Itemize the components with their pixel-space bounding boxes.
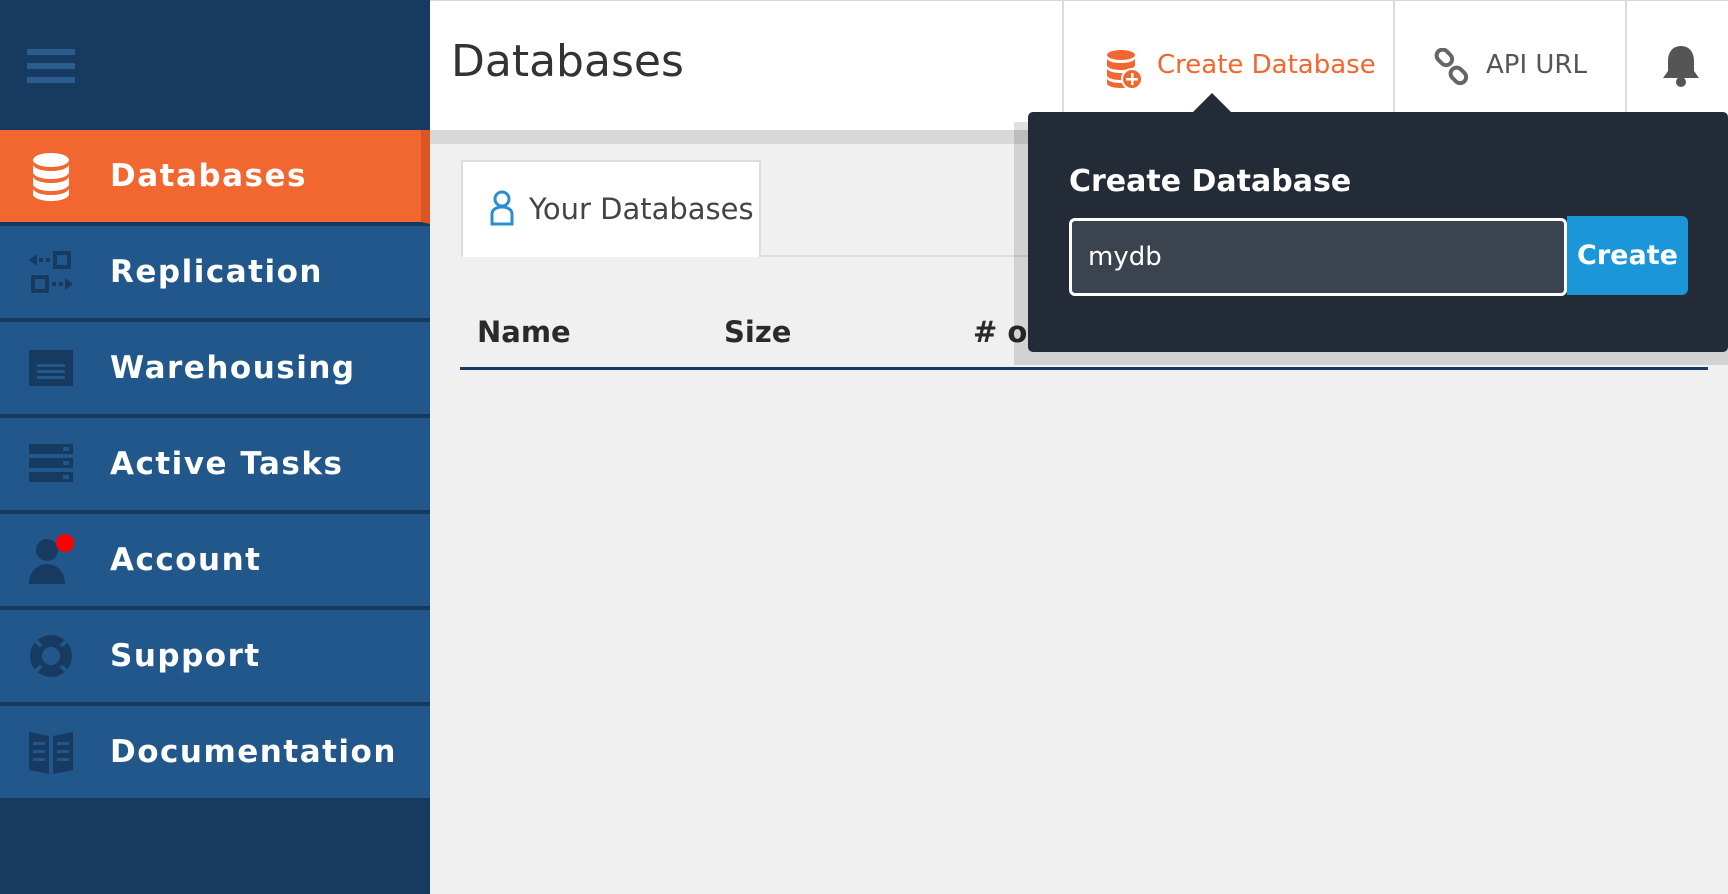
warehouse-icon	[29, 350, 73, 386]
sidebar-item-label: Active Tasks	[110, 446, 344, 482]
user-icon	[490, 190, 514, 226]
sidebar: Databases Replication Warehousing Active…	[0, 0, 430, 894]
popover-arrow	[1192, 93, 1232, 113]
api-url-button[interactable]: API URL	[1393, 0, 1625, 112]
column-header-name[interactable]: Name	[477, 315, 571, 349]
tasks-icon	[29, 444, 73, 482]
sidebar-item-label: Account	[110, 542, 262, 578]
sidebar-item-account[interactable]: Account	[0, 514, 430, 608]
replication-icon	[29, 251, 73, 293]
sidebar-item-documentation[interactable]: Documentation	[0, 706, 430, 800]
sidebar-item-label: Warehousing	[110, 350, 356, 386]
popover-title: Create Database	[1069, 164, 1352, 199]
create-database-label: Create Database	[1157, 50, 1376, 80]
sidebar-item-support[interactable]: Support	[0, 610, 430, 704]
database-icon	[33, 153, 69, 201]
account-icon	[29, 534, 74, 584]
lifebuoy-icon	[30, 635, 72, 677]
sidebar-item-label: Databases	[110, 158, 307, 194]
sidebar-item-label: Documentation	[110, 734, 397, 770]
table-header-rule	[460, 367, 1708, 370]
sidebar-item-replication[interactable]: Replication	[0, 226, 430, 320]
page-title: Databases	[451, 36, 684, 87]
notification-dot	[56, 534, 74, 552]
sidebar-item-warehousing[interactable]: Warehousing	[0, 322, 430, 416]
column-header-size[interactable]: Size	[724, 315, 791, 349]
sidebar-item-databases[interactable]: Databases	[0, 130, 430, 224]
book-icon	[29, 732, 73, 774]
link-icon	[1434, 48, 1469, 86]
api-url-label: API URL	[1486, 50, 1587, 80]
create-button[interactable]: Create	[1567, 216, 1688, 295]
sidebar-item-label: Support	[110, 638, 261, 674]
sidebar-item-active-tasks[interactable]: Active Tasks	[0, 418, 430, 512]
database-add-icon	[1107, 50, 1143, 90]
bell-icon	[1663, 46, 1699, 87]
tab-your-databases[interactable]: Your Databases	[461, 160, 761, 257]
database-name-input[interactable]	[1069, 218, 1567, 296]
sidebar-item-label: Replication	[110, 254, 323, 290]
hamburger-menu-icon[interactable]	[27, 49, 75, 83]
notifications-button[interactable]	[1625, 0, 1728, 112]
tab-label: Your Databases	[529, 192, 754, 226]
